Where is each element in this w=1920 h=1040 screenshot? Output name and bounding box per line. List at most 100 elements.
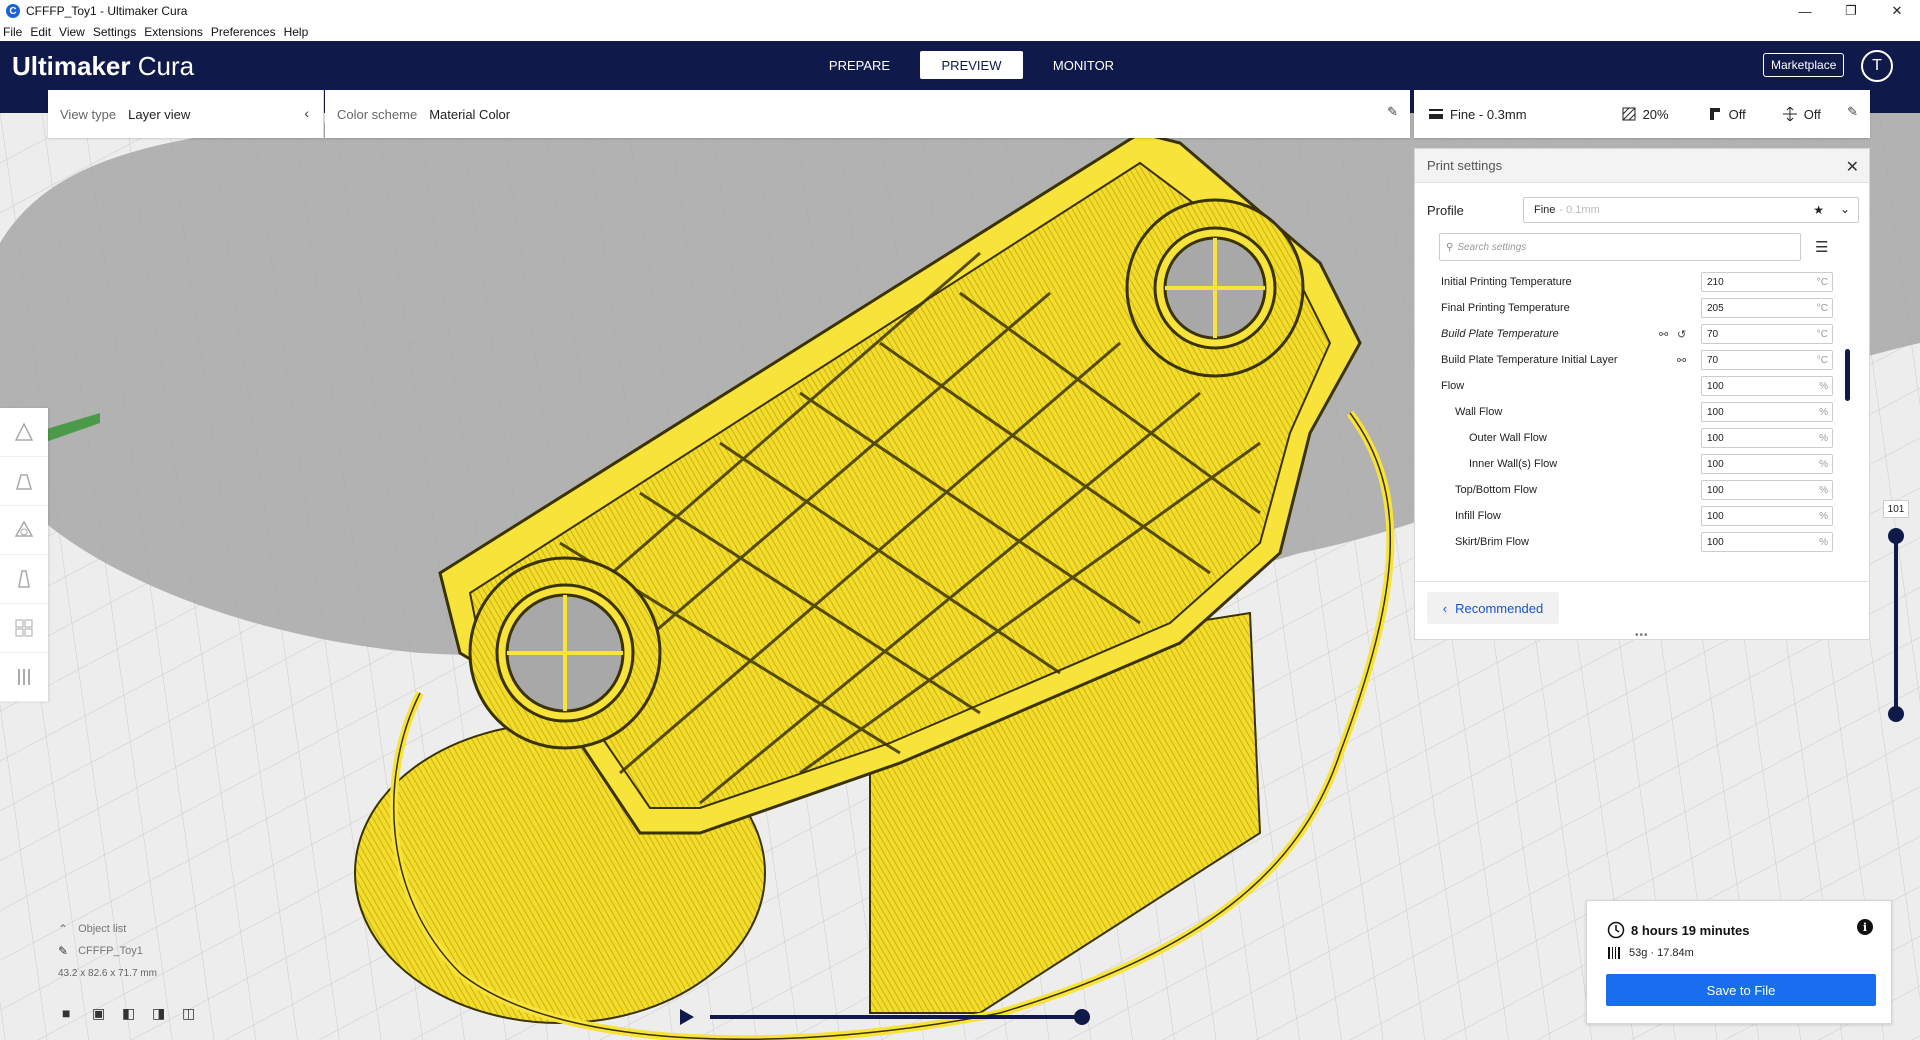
marketplace-button[interactable]: Marketplace <box>1763 53 1845 77</box>
profile-dropdown[interactable]: Fine - 0.1mm ★ ⌄ <box>1523 197 1859 223</box>
menu-bar: File Edit View Settings Extensions Prefe… <box>0 22 1920 41</box>
print-estimate-panel: 8 hours 19 minutes 53g · 17.84m i Save t… <box>1586 900 1892 1024</box>
object-dimensions: 43.2 x 82.6 x 71.7 mm <box>58 967 157 979</box>
top-view-icon[interactable]: ◧ <box>122 1005 152 1022</box>
clock-icon <box>1607 921 1625 939</box>
account-avatar[interactable]: T <box>1861 50 1893 82</box>
per-model-settings-icon[interactable] <box>0 604 48 653</box>
resize-grip-icon[interactable]: ••• <box>1635 630 1649 641</box>
close-icon[interactable]: ✕ <box>1846 157 1859 177</box>
settings-list[interactable]: Initial Printing Temperature 210 °C Final P… <box>1415 269 1855 557</box>
mirror-tool-icon[interactable] <box>0 555 48 604</box>
color-scheme-value: Material Color <box>429 106 511 122</box>
settings-scrollbar[interactable] <box>1845 349 1850 401</box>
link-icon[interactable]: ⚯ <box>1659 328 1668 341</box>
layer-number-input[interactable]: 101 <box>1883 500 1909 518</box>
infill-summary[interactable]: 20% <box>1621 106 1669 122</box>
setting-name: Wall Flow <box>1455 406 1503 418</box>
path-slider-track[interactable] <box>710 1015 1082 1019</box>
maximize-button[interactable]: ❐ <box>1828 0 1874 22</box>
adhesion-summary[interactable]: Off <box>1782 106 1821 122</box>
setting-row: Inner Wall(s) Flow 100% <box>1415 451 1855 477</box>
support-blocker-icon[interactable] <box>0 653 48 702</box>
profile-label: Profile <box>1427 202 1464 218</box>
save-to-file-button[interactable]: Save to File <box>1606 974 1876 1006</box>
setting-value-input[interactable]: 210 °C <box>1701 272 1833 292</box>
object-name-row[interactable]: ✎ CFFFP_Toy1 <box>58 940 157 962</box>
layer-slider-top-handle[interactable] <box>1888 528 1904 544</box>
star-icon[interactable]: ★ <box>1813 203 1824 217</box>
setting-unit: °C <box>1816 276 1828 288</box>
setting-row: Build Plate Temperature ⚯ ↺ 70 °C <box>1415 321 1855 347</box>
settings-search-input[interactable]: ⚲ Search settings <box>1439 233 1801 261</box>
move-tool-icon[interactable] <box>0 408 48 457</box>
print-setup-bar[interactable]: Fine - 0.3mm 20% Off Off ✎ <box>1414 90 1870 138</box>
support-summary[interactable]: Off <box>1707 106 1746 122</box>
menu-file[interactable]: File <box>3 25 22 39</box>
tab-preview[interactable]: PREVIEW <box>920 51 1023 79</box>
path-playback <box>680 1007 1100 1027</box>
setting-value-input[interactable]: 100% <box>1701 532 1833 552</box>
setting-row: Skirt/Brim Flow 100% <box>1415 529 1855 555</box>
info-icon[interactable]: i <box>1857 919 1873 935</box>
setting-value-input[interactable]: 100% <box>1701 428 1833 448</box>
minimize-button[interactable]: — <box>1782 0 1828 22</box>
setting-value-input[interactable]: 205 °C <box>1701 298 1833 318</box>
setting-value: 100 <box>1707 484 1724 496</box>
setting-name: Build Plate Temperature Initial Layer <box>1441 354 1618 366</box>
menu-preferences[interactable]: Preferences <box>211 25 276 39</box>
setting-value-input[interactable]: 100% <box>1701 454 1833 474</box>
menu-edit[interactable]: Edit <box>30 25 51 39</box>
scale-tool-icon[interactable] <box>0 457 48 506</box>
left-view-icon[interactable]: ◨ <box>152 1005 182 1022</box>
setting-value-input[interactable]: 70 °C <box>1701 350 1833 370</box>
color-scheme-selector[interactable]: Color scheme Material Color ✎ <box>325 90 1410 138</box>
layer-slider-track[interactable] <box>1894 534 1898 716</box>
rotate-tool-icon[interactable] <box>0 506 48 555</box>
pencil-icon[interactable]: ✎ <box>1847 104 1858 120</box>
setting-value: 205 <box>1707 302 1724 314</box>
chevron-down-icon: ⌄ <box>1839 202 1850 216</box>
object-list-toggle[interactable]: ⌃ Object list <box>58 918 157 940</box>
setting-name: Outer Wall Flow <box>1469 432 1547 444</box>
tab-prepare[interactable]: PREPARE <box>808 51 911 79</box>
reset-icon[interactable]: ↺ <box>1677 328 1686 341</box>
setting-row: Build Plate Temperature Initial Layer ⚯ 70… <box>1415 347 1855 373</box>
setting-row: Initial Printing Temperature 210 °C <box>1415 269 1855 295</box>
right-view-icon[interactable]: ◫ <box>182 1005 212 1022</box>
pencil-icon[interactable]: ✎ <box>1387 104 1398 120</box>
path-slider-handle[interactable] <box>1074 1009 1090 1025</box>
profile-summary[interactable]: Fine - 0.3mm <box>1428 106 1527 122</box>
setting-value-input[interactable]: 100% <box>1701 402 1833 422</box>
3d-view-icon[interactable]: ■ <box>62 1005 92 1022</box>
object-info: ⌃ Object list ✎ CFFFP_Toy1 43.2 x 82.6 x… <box>58 918 157 984</box>
layer-slider-bottom-handle[interactable] <box>1888 706 1904 722</box>
setting-row: Top/Bottom Flow 100% <box>1415 477 1855 503</box>
setting-value-input[interactable]: 70 °C <box>1701 324 1833 344</box>
tab-monitor[interactable]: MONITOR <box>1032 51 1135 79</box>
close-window-button[interactable]: ✕ <box>1874 0 1920 22</box>
layer-slider[interactable]: 101 <box>1880 500 1910 722</box>
window-title: CFFFP_Toy1 - Ultimaker Cura <box>26 4 188 18</box>
menu-help[interactable]: Help <box>284 25 309 39</box>
view-type-selector[interactable]: View type Layer view ‹ <box>48 90 324 138</box>
menu-extensions[interactable]: Extensions <box>144 25 203 39</box>
setting-name: Skirt/Brim Flow <box>1455 536 1529 548</box>
play-icon[interactable] <box>680 1009 694 1025</box>
setting-unit: % <box>1819 484 1828 496</box>
setting-value: 100 <box>1707 510 1724 522</box>
menu-view[interactable]: View <box>59 25 85 39</box>
settings-visibility-menu-icon[interactable]: ☰ <box>1815 238 1828 256</box>
setting-value-input[interactable]: 100% <box>1701 506 1833 526</box>
link-icon[interactable]: ⚯ <box>1677 354 1686 367</box>
chevron-left-icon[interactable]: ‹ <box>304 105 309 121</box>
setting-value-input[interactable]: 100% <box>1701 376 1833 396</box>
setting-name: Build Plate Temperature <box>1441 328 1559 340</box>
setting-name: Flow <box>1441 380 1465 392</box>
setting-name: Initial Printing Temperature <box>1441 276 1572 288</box>
recommended-button[interactable]: ‹ Recommended <box>1427 592 1559 624</box>
setting-value: 70 <box>1707 328 1719 340</box>
front-view-icon[interactable]: ▣ <box>92 1005 122 1022</box>
menu-settings[interactable]: Settings <box>93 25 136 39</box>
setting-value-input[interactable]: 100% <box>1701 480 1833 500</box>
